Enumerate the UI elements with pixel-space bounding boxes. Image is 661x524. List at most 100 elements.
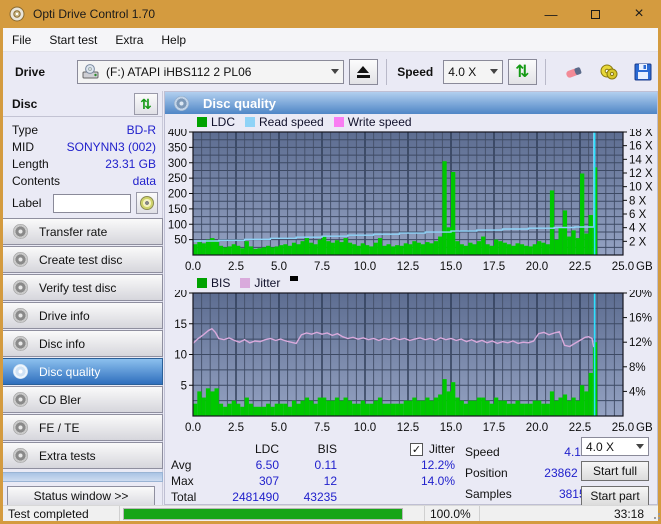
disc-tools-button[interactable]	[594, 59, 624, 85]
svg-text:15.0: 15.0	[440, 422, 462, 434]
save-button[interactable]	[628, 59, 658, 85]
svg-text:5.0: 5.0	[271, 261, 287, 273]
nav-label: Verify test disc	[39, 280, 117, 295]
max-ldc-value: 307	[258, 474, 279, 488]
total-bis-value: 43235	[303, 490, 337, 504]
ldc-column-header: LDC	[254, 442, 279, 456]
jitter-column-header: Jitter	[428, 442, 455, 456]
erase-disc-button[interactable]	[559, 59, 589, 85]
chevron-down-icon	[330, 69, 339, 74]
svg-text:15: 15	[174, 319, 187, 331]
svg-text:5: 5	[181, 380, 187, 392]
total-row-label: Total	[171, 490, 197, 504]
svg-text:0.0: 0.0	[185, 422, 201, 434]
disc-fields: Type BD-R MID SONYNN3 (002) Length 23.31…	[3, 117, 162, 189]
field-value[interactable]: data	[133, 174, 156, 188]
start-full-button[interactable]: Start full	[581, 461, 649, 481]
svg-text:6 X: 6 X	[629, 209, 647, 221]
speed-value: 4.0 X	[448, 64, 477, 79]
disc-icon	[13, 308, 28, 323]
speed-select[interactable]: 4.0 X	[443, 59, 503, 84]
field-value: BD-R	[126, 122, 156, 137]
max-bis-value: 12	[323, 474, 337, 488]
svg-text:0.0: 0.0	[185, 261, 201, 273]
drive-value: (F:) ATAPI iHBS112 2 PL06	[106, 64, 252, 79]
toolbar: Drive (F:) ATAPI iHBS112 2 PL06 Speed 4.…	[3, 52, 658, 91]
menu-start-test[interactable]: Start test	[40, 30, 106, 50]
ldc-legend-swatch	[197, 116, 207, 127]
menu-file[interactable]: File	[3, 30, 40, 50]
svg-text:20: 20	[174, 290, 187, 300]
disc-icon	[13, 392, 28, 407]
svg-text:12.5: 12.5	[397, 422, 419, 434]
status-text: Test completed	[3, 506, 120, 521]
minimize-button[interactable]: —	[529, 0, 573, 28]
svg-text:17.5: 17.5	[483, 422, 505, 434]
refresh-arrows-icon: ⇅	[140, 95, 152, 112]
sidebar-item-disc-info[interactable]: Disc info	[3, 330, 163, 357]
menu-extra[interactable]: Extra	[106, 30, 152, 50]
sidebar-item-extra-tests[interactable]: Extra tests	[3, 442, 163, 469]
total-ldc-value: 2481490	[232, 490, 279, 504]
read-speed-legend-label: Read speed	[259, 114, 324, 129]
nav-label: Disc quality	[39, 364, 101, 379]
close-button[interactable]: ×	[617, 0, 661, 28]
stats-kv: Speed 4.18 X Position 23862 MB Samples 3…	[465, 441, 599, 504]
sidebar-item-drive-info[interactable]: Drive info	[3, 302, 163, 329]
sidebar-nav: Transfer rate Create test disc Verify te…	[3, 218, 163, 506]
sidebar-item-disc-quality[interactable]: Disc quality	[3, 358, 163, 385]
start-part-button[interactable]: Start part	[581, 486, 649, 506]
menu-help[interactable]: Help	[152, 30, 195, 50]
refresh-arrows-icon: ⇅	[515, 62, 530, 81]
disc-field-mid: MID SONYNN3 (002)	[12, 138, 156, 155]
svg-text:2 X: 2 X	[629, 236, 647, 248]
svg-text:8%: 8%	[629, 362, 646, 374]
svg-text:25.0: 25.0	[612, 422, 634, 434]
eraser-icon	[566, 66, 582, 78]
sidebar-item-cd-bler[interactable]: CD Bler	[3, 386, 163, 413]
svg-text:12 X: 12 X	[629, 168, 653, 180]
svg-text:12.5: 12.5	[397, 261, 419, 273]
test-speed-select[interactable]: 4.0 X	[581, 437, 649, 456]
jitter-legend-swatch	[240, 277, 251, 288]
save-icon	[634, 63, 652, 80]
title-bar: Opti Drive Control 1.70 — ×	[0, 0, 661, 28]
disc-field-length: Length 23.31 GB	[12, 155, 156, 172]
svg-text:GB: GB	[636, 261, 653, 273]
sidebar-item-create-test-disc[interactable]: Create test disc	[3, 246, 163, 273]
chevron-down-icon	[636, 444, 644, 449]
sidebar-item-fe-te[interactable]: FE / TE	[3, 414, 163, 441]
svg-text:10.0: 10.0	[354, 261, 376, 273]
chevron-down-icon	[489, 69, 498, 74]
panel-title: Disc quality	[203, 95, 276, 111]
drive-select[interactable]: (F:) ATAPI iHBS112 2 PL06	[77, 59, 344, 84]
max-jitter-value: 14.0%	[420, 474, 455, 488]
status-window-button[interactable]: Status window >>	[7, 486, 155, 506]
sidebar-item-transfer-rate[interactable]: Transfer rate	[3, 218, 163, 245]
position-stat-label: Position	[465, 465, 508, 480]
toolbar-separator	[386, 58, 388, 85]
label-input[interactable]	[53, 193, 132, 213]
svg-text:10.0: 10.0	[354, 422, 376, 434]
eject-button[interactable]	[348, 58, 379, 85]
svg-text:20.0: 20.0	[526, 422, 548, 434]
svg-text:7.5: 7.5	[314, 422, 330, 434]
svg-text:150: 150	[168, 204, 187, 216]
write-label-button[interactable]	[136, 192, 158, 214]
svg-text:25.0: 25.0	[612, 261, 634, 273]
app-icon	[9, 6, 25, 22]
refresh-speeds-button[interactable]: ⇅	[507, 58, 538, 85]
maximize-button[interactable]	[573, 0, 617, 28]
sidebar-item-verify-test-disc[interactable]: Verify test disc	[3, 274, 163, 301]
svg-text:4%: 4%	[629, 386, 646, 398]
jitter-checkbox[interactable]: ✓	[409, 442, 423, 456]
disc-refresh-button[interactable]: ⇅	[134, 92, 158, 115]
disc-quality-panel: Disc quality LDC Read speed Write speed …	[164, 91, 658, 506]
svg-text:4 X: 4 X	[629, 223, 647, 235]
max-row-label: Max	[171, 474, 194, 488]
disc-quality-icon	[174, 95, 189, 111]
progress-fill	[124, 508, 402, 519]
field-value: 23.31 GB	[105, 156, 156, 171]
svg-text:250: 250	[168, 173, 187, 185]
cd-icon	[140, 196, 155, 210]
